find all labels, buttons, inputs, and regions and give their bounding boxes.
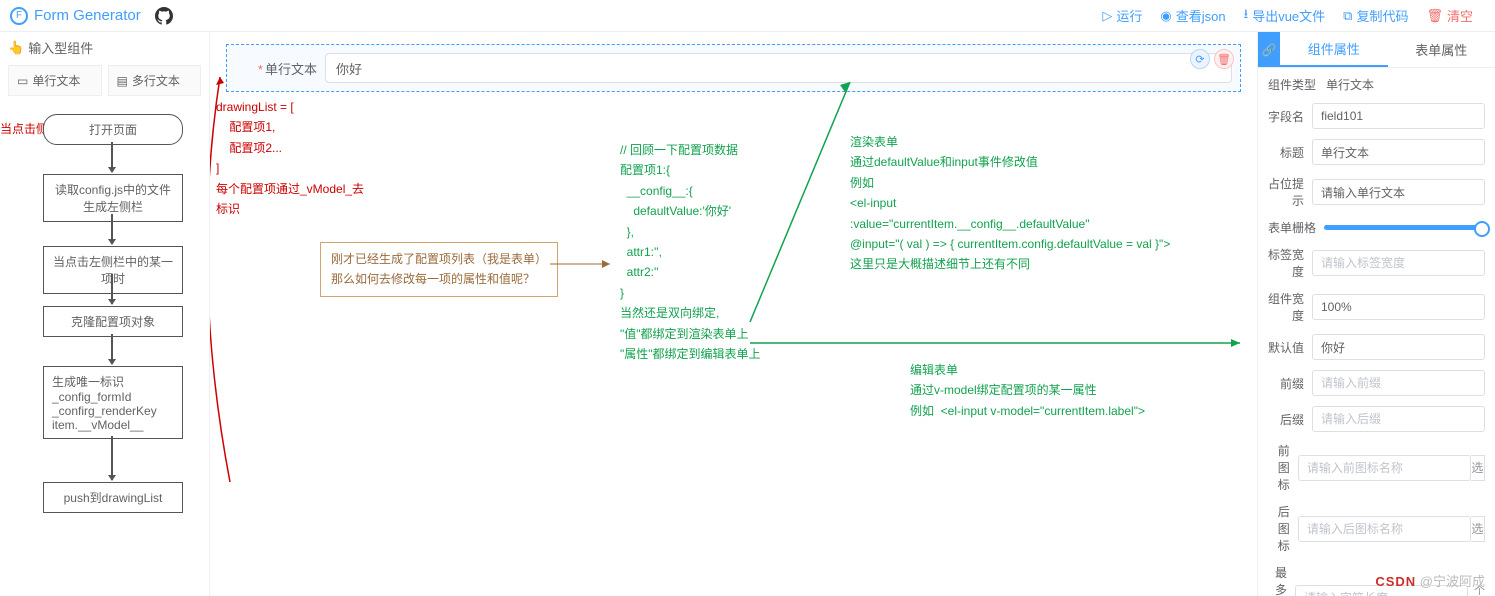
suffix-input[interactable] (1312, 406, 1485, 432)
prop-prefix: 前缀 (1268, 370, 1485, 396)
prop-default-value: 默认值 (1268, 334, 1485, 360)
export-button[interactable]: ⭳导出vue文件 (1244, 5, 1326, 27)
annotation-drawinglist: drawingList = [ 配置项1, 配置项2... ] 每个配置项通过_… (216, 97, 364, 219)
form-item-single-line[interactable]: *单行文本 ⟳ 🗑 (226, 44, 1241, 92)
run-button[interactable]: ▷运行 (1102, 6, 1142, 25)
flowchart: 打开页面 读取config.js中的文件 生成左侧栏 当点击左侧栏中的某一项时 … (8, 114, 201, 584)
palette-section-title: 👆 输入型组件 (8, 38, 201, 57)
prop-label-width: 标签宽度 (1268, 246, 1485, 280)
prop-span: 表单栅格 (1268, 219, 1485, 236)
app-title: Form Generator (34, 7, 141, 24)
flow-node-clone: 克隆配置项对象 (43, 306, 183, 337)
annotation-edit-form: 编辑表单 通过v-model绑定配置项的某一属性 例如 <el-input v-… (910, 360, 1145, 421)
label-width-input[interactable] (1312, 250, 1485, 276)
form-item-label: *单行文本 (235, 59, 325, 78)
app-logo: F Form Generator (10, 7, 173, 25)
prop-suffix: 后缀 (1268, 406, 1485, 432)
delete-item-button[interactable]: 🗑 (1214, 49, 1234, 69)
annotation-config-data: // 回顾一下配置项数据 配置项1:{ __config__:{ default… (620, 140, 761, 364)
trash-icon: 🗑 (1426, 8, 1443, 24)
suffix-icon-picker[interactable]: 选 (1471, 516, 1485, 542)
textarea-icon: ▤ (117, 74, 128, 88)
eye-icon: ◉ (1160, 8, 1171, 24)
hand-icon: 👆 (8, 40, 24, 56)
logo-icon: F (10, 7, 28, 25)
placeholder-input[interactable] (1312, 179, 1485, 205)
span-slider[interactable] (1324, 225, 1485, 230)
suffix-icon-input[interactable] (1298, 516, 1471, 542)
flow-arrow (111, 274, 113, 304)
title-input[interactable] (1312, 139, 1485, 165)
copy-code-button[interactable]: ⧉复制代码 (1343, 6, 1408, 25)
tab-component-props[interactable]: 组件属性 (1280, 32, 1388, 67)
prefix-input[interactable] (1312, 370, 1485, 396)
default-value-input[interactable] (1312, 334, 1485, 360)
prefix-icon-input[interactable] (1298, 455, 1471, 481)
download-icon: ⭳ (1244, 5, 1249, 27)
flow-arrow (111, 436, 113, 480)
component-width-input[interactable] (1312, 294, 1485, 320)
annotation-question-box: 刚才已经生成了配置项列表（我是表单） 那么如何去修改每一项的属性和值呢？ (320, 242, 558, 297)
play-icon: ▷ (1102, 8, 1112, 24)
arrow-green-right (750, 337, 1250, 357)
properties-tabs: 🔗 组件属性 表单属性 (1258, 32, 1495, 68)
properties-panel: 🔗 组件属性 表单属性 组件类型单行文本 字段名 标题 占位提示 表单栅格 标签… (1257, 32, 1495, 596)
flow-node-open: 打开页面 (43, 114, 183, 145)
component-single-line[interactable]: ▭单行文本 (8, 65, 102, 96)
prop-suffix-icon: 后图标选 (1268, 503, 1485, 554)
field-name-input[interactable] (1312, 103, 1485, 129)
flow-arrow (111, 334, 113, 364)
top-actions: ▷运行 ◉查看json ⭳导出vue文件 ⧉复制代码 🗑清空 (1102, 5, 1473, 27)
prop-component-type: 组件类型单行文本 (1268, 76, 1485, 93)
component-palette: 👆 输入型组件 ▭单行文本 ▤多行文本 当点击侧栏时 打开页面 读取config… (0, 32, 210, 596)
top-bar: F Form Generator ▷运行 ◉查看json ⭳导出vue文件 ⧉复… (0, 0, 1495, 32)
prefix-icon-picker[interactable]: 选 (1471, 455, 1485, 481)
flow-node-push: push到drawingList (43, 482, 183, 513)
form-canvas: *单行文本 ⟳ 🗑 drawingList = [ 配置项1, 配置项2... … (210, 32, 1257, 596)
view-json-button[interactable]: ◉查看json (1160, 6, 1225, 25)
flow-node-read-config: 读取config.js中的文件 生成左侧栏 (43, 174, 183, 222)
flow-node-gen-id: 生成唯一标识 _config_formId _confirg_renderKey… (43, 366, 183, 439)
component-multi-line[interactable]: ▤多行文本 (108, 65, 202, 96)
prop-component-width: 组件宽度 (1268, 290, 1485, 324)
annotation-render-form: 渲染表单 通过defaultValue和input事件修改值 例如 <el-in… (850, 132, 1170, 275)
prop-title: 标题 (1268, 139, 1485, 165)
input-icon: ▭ (17, 74, 28, 88)
tab-form-props[interactable]: 表单属性 (1388, 32, 1495, 67)
prop-field-name: 字段名 (1268, 103, 1485, 129)
flow-arrow (111, 214, 113, 244)
clear-button[interactable]: 🗑清空 (1426, 6, 1473, 25)
prop-placeholder: 占位提示 (1268, 175, 1485, 209)
copy-icon: ⧉ (1343, 8, 1352, 24)
arrow-brown (550, 254, 620, 274)
watermark: CSDN @宁波阿成 (1375, 571, 1485, 590)
github-icon[interactable] (155, 7, 173, 25)
flow-arrow (111, 142, 113, 172)
link-icon[interactable]: 🔗 (1258, 32, 1280, 67)
form-item-input[interactable] (325, 53, 1232, 83)
prop-prefix-icon: 前图标选 (1268, 442, 1485, 493)
flow-node-click-item: 当点击左侧栏中的某一项时 (43, 246, 183, 294)
duplicate-item-button[interactable]: ⟳ (1190, 49, 1210, 69)
